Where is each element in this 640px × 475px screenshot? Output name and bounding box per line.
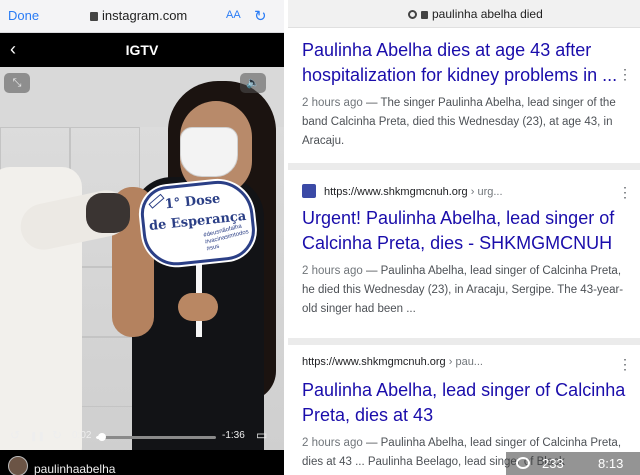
expand-icon[interactable]: ⤡: [4, 73, 30, 93]
progress-track[interactable]: [96, 433, 216, 441]
result-age: 2 hours ago: [302, 97, 363, 109]
search-icon: [408, 10, 417, 19]
igtv-title: IGTV: [125, 42, 159, 58]
avatar[interactable]: [8, 456, 28, 475]
result-snippet: 2 hours ago — The singer Paulinha Abelha…: [302, 97, 616, 147]
more-options-icon[interactable]: ⋮: [618, 184, 632, 201]
result-title[interactable]: Paulinha Abelha, lead singer of Calcinha…: [302, 378, 638, 428]
search-bar[interactable]: paulinha abelha died: [288, 0, 640, 28]
more-options-icon[interactable]: ⋮: [618, 66, 632, 83]
elapsed-time: 0:02: [72, 430, 92, 441]
username[interactable]: paulinhaabelha: [34, 462, 115, 475]
source-breadcrumb: › pau...: [448, 356, 483, 368]
reload-icon[interactable]: ↻: [254, 7, 267, 25]
profile-bar: paulinhaabelha: [0, 450, 284, 475]
source-breadcrumb: › urg...: [470, 186, 503, 198]
search-query: paulinha abelha died: [432, 7, 543, 21]
result-separator: [288, 338, 640, 345]
url-field[interactable]: instagram.com: [90, 8, 187, 23]
url-text: instagram.com: [102, 8, 188, 23]
pause-icon[interactable]: ❚❚: [30, 431, 45, 442]
eye-icon: [516, 457, 530, 469]
progress-knob[interactable]: [98, 433, 106, 441]
video-player[interactable]: 1° Dose de Esperança #deusnãofalha #vaci…: [0, 67, 284, 450]
done-button[interactable]: Done: [8, 8, 39, 23]
nurse-glove: [86, 193, 130, 233]
search-result-2: https://www.shkmgmcnuh.org › urg... ⋮ Ur…: [302, 184, 638, 319]
site-favicon: [302, 184, 316, 198]
source-url: https://www.shkmgmcnuh.org: [324, 186, 468, 198]
clock-time: 8:13: [598, 456, 624, 471]
result-source[interactable]: https://www.shkmgmcnuh.org › pau...: [302, 356, 638, 368]
person-hand: [178, 293, 218, 321]
source-url: https://www.shkmgmcnuh.org: [302, 356, 446, 368]
sound-icon[interactable]: 🔈: [240, 73, 266, 93]
rewind-icon[interactable]: ↺: [10, 428, 20, 442]
search-results-panel: paulinha abelha died Paulinha Abelha die…: [288, 0, 640, 475]
lock-icon: [421, 11, 428, 19]
sign-line-1: 1° Dose: [164, 191, 222, 213]
result-snippet: 2 hours ago — Paulinha Abelha, lead sing…: [302, 265, 624, 315]
face-mask: [180, 127, 238, 177]
safari-toolbar: Done instagram.com AA ↻: [0, 0, 284, 33]
lock-icon: [90, 12, 98, 21]
result-age: 2 hours ago: [302, 437, 363, 449]
video-controls: ↺ ❚❚ ↻ 0:02 -1:36 ▭: [0, 424, 284, 450]
forward-icon[interactable]: ↻: [52, 428, 62, 442]
result-separator: [288, 163, 640, 170]
text-size-button[interactable]: AA: [226, 9, 241, 21]
result-title[interactable]: Paulinha Abelha dies at age 43 after hos…: [302, 38, 638, 88]
more-options-icon[interactable]: ⋮: [618, 356, 632, 373]
instagram-igtv-panel: Done instagram.com AA ↻ ‹ IGTV 1° Dose d…: [0, 0, 284, 475]
igtv-header: ‹ IGTV: [0, 33, 284, 67]
vaccine-sign: 1° Dose de Esperança #deusnãofalha #vaci…: [138, 177, 258, 269]
search-result-1: Paulinha Abelha dies at age 43 after hos…: [302, 38, 638, 151]
result-source[interactable]: https://www.shkmgmcnuh.org › urg...: [302, 184, 638, 198]
view-count-overlay: 233 8:13: [506, 452, 640, 475]
result-age: 2 hours ago: [302, 265, 363, 277]
pip-icon[interactable]: ▭: [256, 428, 267, 442]
syringe-icon: [148, 193, 165, 209]
result-title[interactable]: Urgent! Paulinha Abelha, lead singer of …: [302, 206, 638, 256]
remaining-time: -1:36: [222, 430, 245, 441]
view-count: 233: [542, 456, 564, 471]
